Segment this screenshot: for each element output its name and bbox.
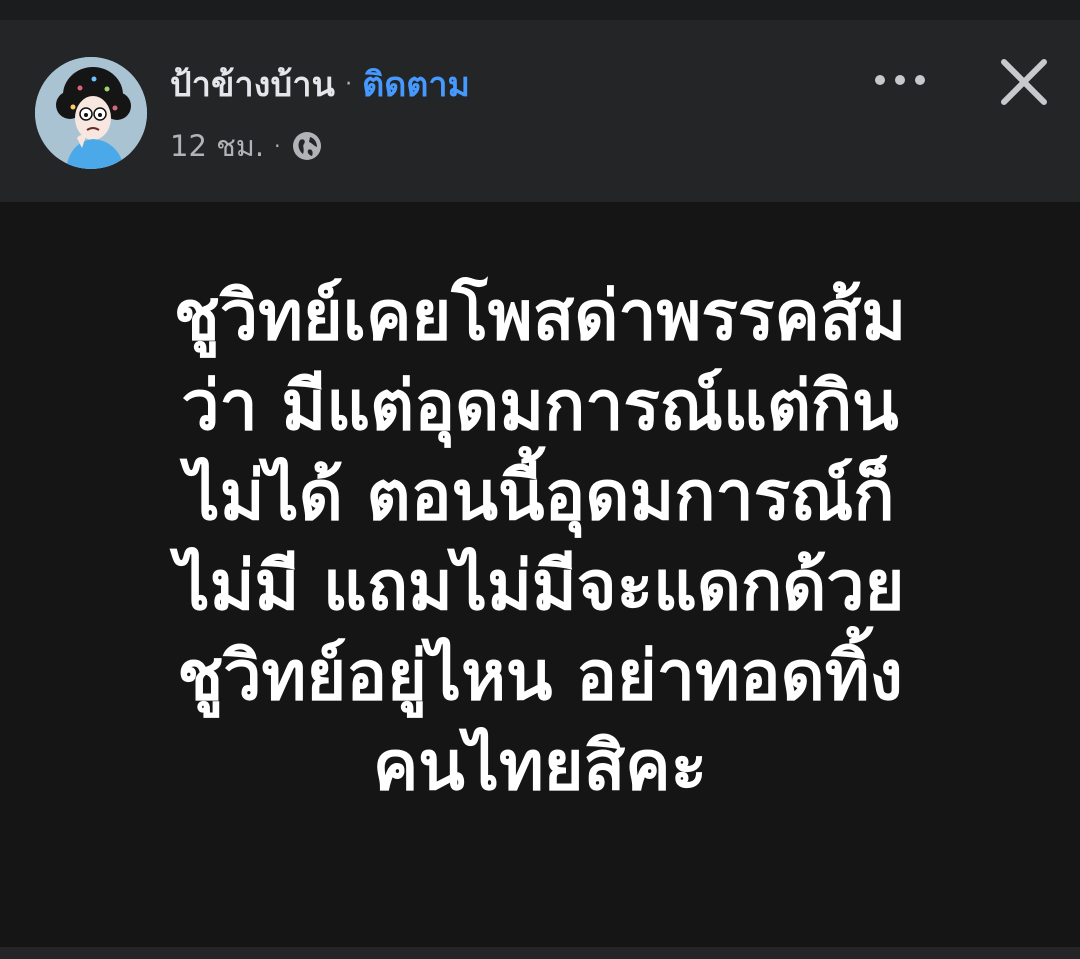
post-message-line: คนไทยสิคะ <box>372 727 708 806</box>
bottom-strip <box>0 947 1080 959</box>
post-message-line: ว่า มีแต่อุดมการณ์แต่กิน <box>181 367 899 446</box>
meta-separator: · <box>274 134 281 158</box>
author-avatar[interactable] <box>35 57 147 169</box>
close-button[interactable] <box>990 48 1058 116</box>
more-dots-icon <box>875 75 925 85</box>
cartoon-woman-avatar-icon <box>35 57 147 169</box>
top-status-strip <box>0 0 1080 20</box>
post-text-panel: ชูวิทย์เคยโพสด่าพรรคส้ม ว่า มีแต่อุดมการ… <box>0 202 1080 947</box>
post-message-line: ชูวิทย์เคยโพสด่าพรรคส้ม <box>173 277 907 356</box>
post-message-line: ชูวิทย์อยู่ไหน อย่าทอดทิ้ง <box>177 637 903 716</box>
post-time[interactable]: 12 ชม. <box>170 123 264 169</box>
post-header: ป้าข้างบ้าน · ติดตาม 12 ชม. · <box>0 20 1080 202</box>
author-name[interactable]: ป้าข้างบ้าน <box>170 57 335 111</box>
more-options-button[interactable] <box>866 56 934 104</box>
follow-link[interactable]: ติดตาม <box>362 57 470 111</box>
name-follow-separator: · <box>345 71 353 97</box>
post-message-line: ไม่ได้ ตอนนี้อุดมการณ์ก็ <box>185 457 895 536</box>
post-message: ชูวิทย์เคยโพสด่าพรรคส้ม ว่า มีแต่อุดมการ… <box>40 272 1040 812</box>
post-meta: 12 ชม. · <box>170 126 323 166</box>
globe-icon[interactable] <box>291 130 323 162</box>
author-line: ป้าข้างบ้าน · ติดตาม <box>170 60 470 108</box>
close-icon <box>1001 59 1047 105</box>
facebook-post-view: ป้าข้างบ้าน · ติดตาม 12 ชม. · ชูวิทย์เคย… <box>0 0 1080 959</box>
post-message-line: ไม่มี แถมไม่มีจะแดกด้วย <box>175 547 905 626</box>
